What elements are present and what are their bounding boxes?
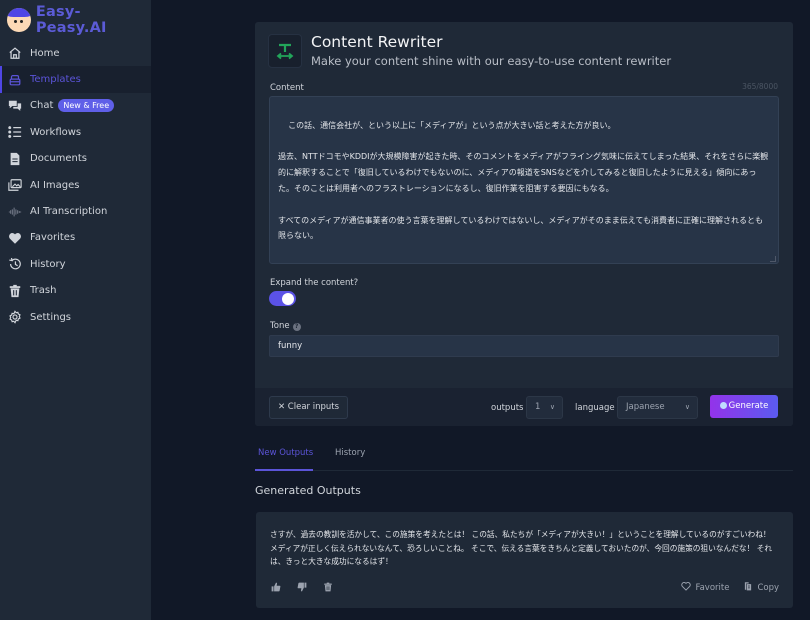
- output-actions: Favorite Copy: [681, 581, 779, 594]
- sidebar-item-label: Home: [30, 47, 60, 59]
- templates-icon: [8, 73, 22, 87]
- heart-outline-icon[interactable]: [681, 581, 692, 594]
- generate-button[interactable]: Generate: [710, 395, 778, 418]
- toggle-knob: [282, 292, 294, 305]
- content-char-counter: 365/8000: [742, 82, 778, 91]
- tone-label-row: Tone?: [270, 321, 301, 331]
- tone-input[interactable]: funny: [269, 335, 779, 357]
- resize-handle[interactable]: [770, 256, 776, 262]
- brand-logo-icon: [7, 8, 31, 32]
- rewriter-card: Content Rewriter Make your content shine…: [255, 22, 793, 426]
- clear-inputs-button[interactable]: ✕ Clear inputs: [269, 396, 348, 419]
- outputs-value: 1: [535, 402, 541, 412]
- sidebar-item-trash[interactable]: Trash: [0, 278, 151, 304]
- sidebar-item-history[interactable]: History: [0, 251, 151, 277]
- outputs-label: outputs: [491, 403, 524, 413]
- sidebar-item-label: Documents: [30, 153, 88, 165]
- tool-subtitle: Make your content shine with our easy-to…: [311, 54, 672, 68]
- tab-new-outputs[interactable]: New Outputs: [258, 448, 313, 458]
- text-width-icon: [268, 34, 302, 68]
- waveform-icon: [8, 205, 22, 219]
- output-feedback-actions: [270, 581, 348, 593]
- output-text: さすが、過去の教訓を活かして、この施策を考えたとは！ この話、私たちが「メディア…: [270, 530, 773, 566]
- brand[interactable]: Easy-Peasy.AI: [0, 0, 151, 40]
- card-footer: ✕ Clear inputs outputs 1 ∨ language Japa…: [255, 388, 793, 426]
- copy-icon[interactable]: [743, 581, 753, 594]
- sidebar-item-label: AI Images: [30, 179, 80, 191]
- sidebar-item-documents[interactable]: Documents: [0, 146, 151, 172]
- thumbs-down-icon[interactable]: [296, 581, 308, 593]
- favorite-button[interactable]: Favorite: [695, 583, 729, 593]
- sidebar-item-settings[interactable]: Settings: [0, 304, 151, 330]
- thumbs-up-icon[interactable]: [270, 581, 282, 593]
- expand-toggle[interactable]: [269, 291, 296, 306]
- chat-icon: [8, 99, 22, 113]
- sidebar-item-label: Templates: [30, 74, 81, 86]
- sidebar-item-label: AI Transcription: [30, 206, 108, 218]
- sidebar-item-label: Chat: [30, 100, 54, 112]
- tone-value: funny: [278, 341, 303, 351]
- language-select[interactable]: Japanese ∨: [617, 396, 698, 419]
- sidebar-item-home[interactable]: Home: [0, 40, 151, 66]
- trash-icon: [8, 284, 22, 298]
- chevron-down-icon: ∨: [684, 403, 690, 411]
- expand-label: Expand the content?: [270, 278, 359, 288]
- generate-label: Generate: [728, 401, 769, 411]
- outputs-select[interactable]: 1 ∨: [526, 396, 563, 419]
- language-label: language: [575, 403, 615, 413]
- home-icon: [8, 46, 22, 60]
- output-tabs: New Outputs History: [255, 440, 793, 471]
- sidebar-item-favorites[interactable]: Favorites: [0, 225, 151, 251]
- content-textarea[interactable]: この話、通信会社が、という以上に「メディアが」という点が大きい話と考えた方が良い…: [269, 96, 779, 264]
- sidebar-item-workflows[interactable]: Workflows: [0, 119, 151, 145]
- tool-header: Content Rewriter Make your content shine…: [268, 33, 672, 69]
- document-icon: [8, 152, 22, 166]
- gear-icon: [8, 310, 22, 324]
- tool-title: Content Rewriter: [311, 33, 443, 51]
- sidebar-item-templates[interactable]: Templates: [0, 66, 151, 94]
- robot-icon: [719, 401, 727, 409]
- content-label: Content: [270, 83, 304, 93]
- sidebar-item-chat[interactable]: Chat New & Free: [0, 93, 151, 119]
- sidebar-item-ai-transcription[interactable]: AI Transcription: [0, 198, 151, 224]
- sidebar-item-label: Trash: [30, 285, 57, 297]
- images-icon: [8, 178, 22, 192]
- history-icon: [8, 257, 22, 271]
- sidebar-nav: Home Templates Chat New & Free Workflows: [0, 40, 151, 330]
- trash-icon[interactable]: [322, 581, 334, 593]
- output-card: さすが、過去の教訓を活かして、この施策を考えたとは！ この話、私たちが「メディア…: [256, 512, 793, 608]
- sidebar-item-label: Settings: [30, 311, 72, 323]
- sidebar-item-label: History: [30, 258, 66, 270]
- sidebar-item-label: Favorites: [30, 232, 76, 244]
- language-value: Japanese: [626, 402, 665, 412]
- tone-label: Tone: [270, 321, 290, 331]
- new-free-badge: New & Free: [58, 99, 115, 113]
- active-tab-indicator: [255, 469, 313, 471]
- sidebar: Easy-Peasy.AI Home Templates Chat New & …: [0, 0, 152, 620]
- brand-name: Easy-Peasy.AI: [35, 4, 107, 36]
- heart-icon: [8, 231, 22, 245]
- generated-outputs-heading: Generated Outputs: [255, 484, 361, 497]
- workflows-icon: [8, 125, 22, 139]
- content-text: この話、通信会社が、という以上に「メディアが」という点が大きい話と考えた方が良い…: [278, 120, 769, 263]
- sidebar-item-label: Workflows: [30, 126, 82, 138]
- tab-history[interactable]: History: [335, 448, 365, 458]
- chevron-down-icon: ∨: [549, 403, 555, 411]
- copy-button[interactable]: Copy: [757, 583, 779, 593]
- help-icon[interactable]: ?: [292, 323, 301, 331]
- sidebar-item-ai-images[interactable]: AI Images: [0, 172, 151, 198]
